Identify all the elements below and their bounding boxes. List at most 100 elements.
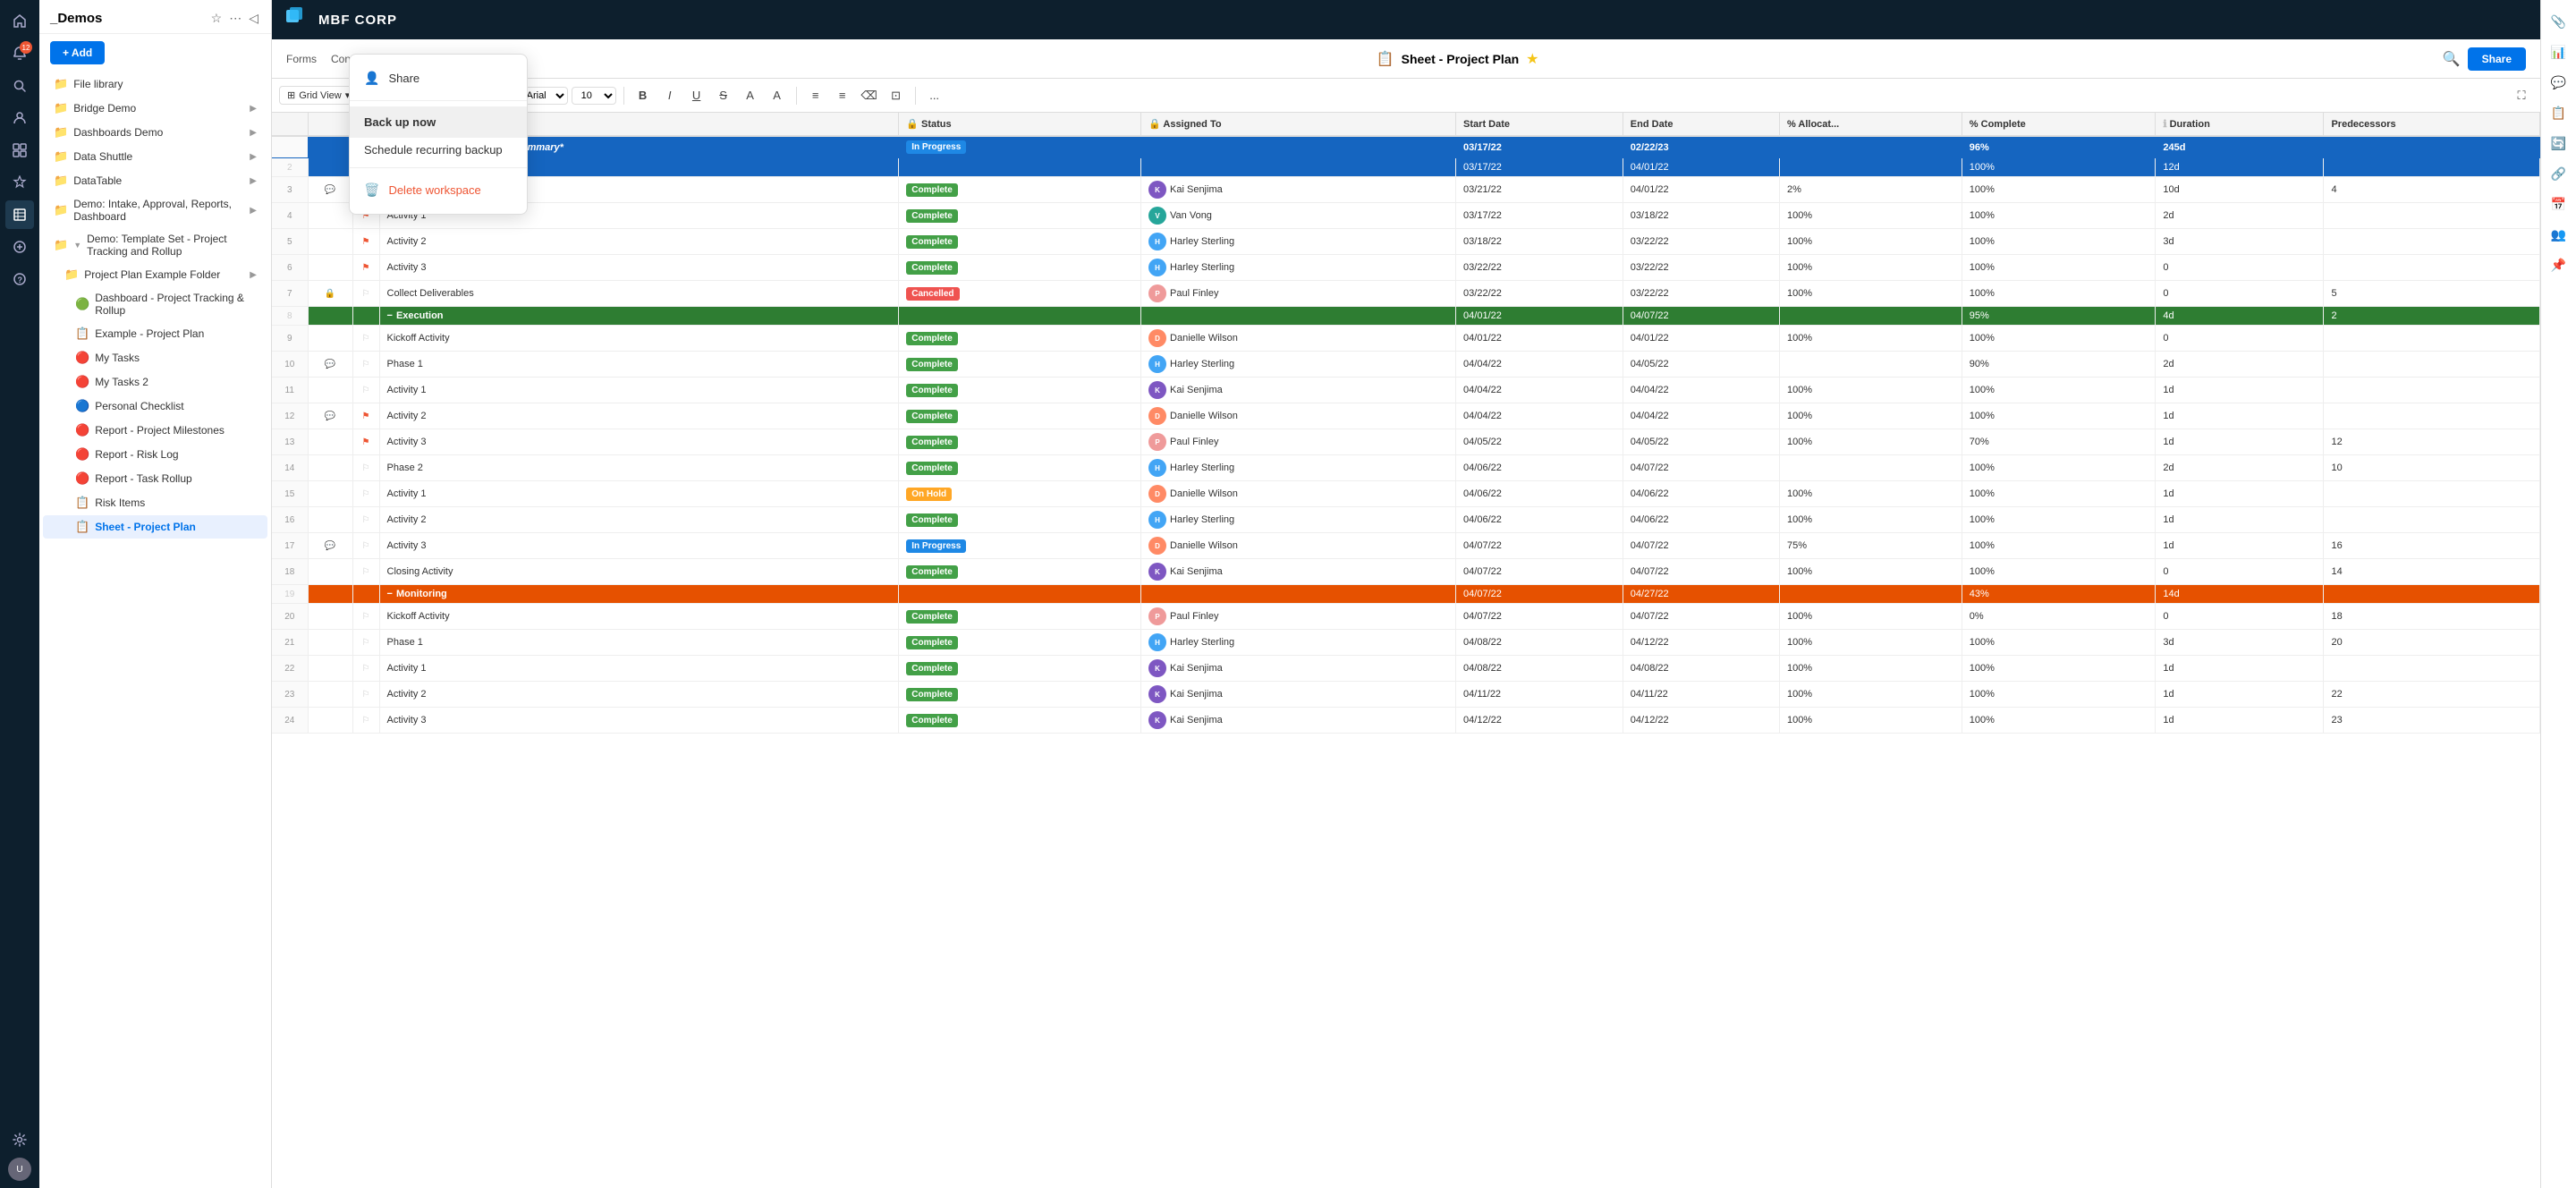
sidebar-item-personal-checklist[interactable]: 🔵 Personal Checklist xyxy=(43,395,267,418)
status-cell: Complete xyxy=(899,604,1141,630)
collapse-sidebar-icon[interactable]: ◁ xyxy=(247,9,260,28)
gantt-icon[interactable]: 📅 xyxy=(2545,190,2573,218)
table-row[interactable]: 18 ⚐ Closing Activity Complete KKai Senj… xyxy=(272,559,2540,585)
share-button[interactable]: Share xyxy=(2468,47,2526,71)
table-row[interactable]: 2 −Planning 03/17/22 04/01/22 100% 12d xyxy=(272,158,2540,177)
sidebar-item-file-library[interactable]: 📁 File library xyxy=(43,72,267,96)
table-row[interactable]: 22 ⚐ Activity 1 Complete KKai Senjima 04… xyxy=(272,656,2540,682)
table-row[interactable]: 16 ⚐ Activity 2 Complete HHarley Sterlin… xyxy=(272,507,2540,533)
sidebar-item-report-milestones[interactable]: 🔴 Report - Project Milestones xyxy=(43,419,267,442)
duration-cell: 2d xyxy=(2156,455,2324,481)
integrations-icon[interactable]: 🔗 xyxy=(2545,159,2573,188)
forms-rail-icon[interactable]: 📋 xyxy=(2545,98,2573,127)
grid-view-button[interactable]: ⊞ Grid View ▾ xyxy=(279,86,358,105)
chevron-right-icon: ▶ xyxy=(250,176,257,186)
strikethrough-button[interactable]: S xyxy=(712,84,735,107)
automations-icon[interactable]: 🔄 xyxy=(2545,129,2573,157)
table-row[interactable]: 19 −Monitoring 04/07/22 04/27/22 43% 14d xyxy=(272,585,2540,604)
avatar: P xyxy=(1148,433,1166,451)
sidebar-item-my-tasks-2[interactable]: 🔴 My Tasks 2 xyxy=(43,370,267,394)
table-row[interactable]: 3 💬 ⚐ Project Kickoff Complete KKai Senj… xyxy=(272,177,2540,203)
home-icon[interactable] xyxy=(5,7,34,36)
font-size-select[interactable]: 10 xyxy=(572,87,616,105)
star-icon[interactable] xyxy=(5,168,34,197)
sidebar-item-sheet-project-plan[interactable]: 📋 Sheet - Project Plan xyxy=(43,515,267,539)
table-row[interactable]: 24 ⚐ Activity 3 Complete KKai Senjima 04… xyxy=(272,708,2540,734)
sidebar-item-project-plan-folder[interactable]: 📁 Project Plan Example Folder ▶ xyxy=(43,263,267,286)
search-sheet-icon[interactable]: 🔍 xyxy=(2443,50,2461,68)
sidebar-item-report-risk-log[interactable]: 🔴 Report - Risk Log xyxy=(43,443,267,466)
col-start-date: Start Date xyxy=(1456,113,1623,136)
more-options-button[interactable]: ... xyxy=(923,84,946,107)
notifications-icon[interactable]: 12 xyxy=(5,39,34,68)
highlight-button[interactable]: A xyxy=(739,84,762,107)
row-flag: ⚐ xyxy=(352,378,379,403)
table-row[interactable]: 20 ⚐ Kickoff Activity Complete PPaul Fin… xyxy=(272,604,2540,630)
sidebar-item-bridge-demo[interactable]: 📁 Bridge Demo ▶ xyxy=(43,97,267,120)
text-color-button[interactable]: A xyxy=(766,84,789,107)
resource-icon[interactable]: 👥 xyxy=(2545,220,2573,249)
backup-now-menu-item[interactable]: Back up now xyxy=(350,106,527,138)
eraser-button[interactable]: ⌫ xyxy=(858,84,881,107)
sidebar-item-demo-intake[interactable]: 📁 Demo: Intake, Approval, Reports, Dashb… xyxy=(43,193,267,227)
table-row[interactable]: 4 ⚑ Activity 1 Complete VVan Vong 03/17/… xyxy=(272,203,2540,229)
comments-icon[interactable]: 💬 xyxy=(2545,68,2573,97)
sidebar-item-dashboard-tracking[interactable]: 🟢 Dashboard - Project Tracking & Rollup xyxy=(43,287,267,321)
sidebar-item-risk-items[interactable]: 📋 Risk Items xyxy=(43,491,267,514)
search-icon[interactable] xyxy=(5,72,34,100)
sidebar-item-my-tasks[interactable]: 🔴 My Tasks xyxy=(43,346,267,369)
schedule-backup-menu-item[interactable]: Schedule recurring backup xyxy=(350,138,527,162)
more-options-icon[interactable]: ⋯ xyxy=(227,9,243,28)
sidebar-item-label: My Tasks 2 xyxy=(95,376,257,388)
pct-complete-cell: 70% xyxy=(1962,429,2156,455)
table-row[interactable]: 5 ⚑ Activity 2 Complete HHarley Sterling… xyxy=(272,229,2540,255)
nav-forms[interactable]: Forms xyxy=(286,49,317,69)
underline-button[interactable]: U xyxy=(685,84,708,107)
help-icon[interactable]: ? xyxy=(5,265,34,293)
end-date-cell: 04/04/22 xyxy=(1623,378,1779,403)
table-row[interactable]: 14 ⚐ Phase 2 Complete HHarley Sterling 0… xyxy=(272,455,2540,481)
add-button[interactable]: + Add xyxy=(50,41,105,64)
attachments-icon[interactable]: 📎 xyxy=(2545,7,2573,36)
table-row[interactable]: 9 ⚐ Kickoff Activity Complete DDanielle … xyxy=(272,326,2540,352)
settings-icon[interactable] xyxy=(5,1125,34,1154)
star-workspace-icon[interactable]: ☆ xyxy=(209,9,225,28)
grid-icon[interactable] xyxy=(5,136,34,165)
people-icon[interactable] xyxy=(5,104,34,132)
row-num: 13 xyxy=(272,429,308,455)
align-left-button[interactable]: ≡ xyxy=(804,84,827,107)
end-date-cell: 04/11/22 xyxy=(1623,682,1779,708)
border-button[interactable]: ⊡ xyxy=(885,84,908,107)
plus-icon[interactable] xyxy=(5,233,34,261)
table-row[interactable]: *Project Name in the Sheet Summary* In P… xyxy=(272,136,2540,158)
table-row[interactable]: 8 −Execution 04/01/22 04/07/22 95% 4d 2 xyxy=(272,307,2540,326)
table-row[interactable]: 10 💬 ⚐ Phase 1 Complete HHarley Sterling… xyxy=(272,352,2540,378)
table-row[interactable]: 6 ⚑ Activity 3 Complete HHarley Sterling… xyxy=(272,255,2540,281)
sidebar-item-dashboards-demo[interactable]: 📁 Dashboards Demo ▶ xyxy=(43,121,267,144)
bold-button[interactable]: B xyxy=(631,84,655,107)
sidebar-item-data-shuttle[interactable]: 📁 Data Shuttle ▶ xyxy=(43,145,267,168)
sidebar-item-datatable[interactable]: 📁 DataTable ▶ xyxy=(43,169,267,192)
favorite-star-icon[interactable]: ★ xyxy=(1526,50,1538,68)
table-row[interactable]: 13 ⚑ Activity 3 Complete PPaul Finley 04… xyxy=(272,429,2540,455)
align-center-button[interactable]: ≡ xyxy=(831,84,854,107)
sidebar-item-example-project-plan[interactable]: 📋 Example - Project Plan xyxy=(43,322,267,345)
activity-icon[interactable]: 📊 xyxy=(2545,38,2573,66)
share-menu-item[interactable]: 👤 Share xyxy=(350,62,527,95)
table-row[interactable]: 7 🔒 ⚐ Collect Deliverables Cancelled PPa… xyxy=(272,281,2540,307)
table-row[interactable]: 17 💬 ⚐ Activity 3 In Progress DDanielle … xyxy=(272,533,2540,559)
table-row[interactable]: 21 ⚐ Phase 1 Complete HHarley Sterling 0… xyxy=(272,630,2540,656)
expand-button[interactable]: ⛶ xyxy=(2510,84,2533,107)
sheets-icon[interactable] xyxy=(5,200,34,229)
table-row[interactable]: 23 ⚐ Activity 2 Complete KKai Senjima 04… xyxy=(272,682,2540,708)
sidebar-item-report-task-rollup[interactable]: 🔴 Report - Task Rollup xyxy=(43,467,267,490)
table-row[interactable]: 11 ⚐ Activity 1 Complete KKai Senjima 04… xyxy=(272,378,2540,403)
delete-workspace-menu-item[interactable]: 🗑️ Delete workspace xyxy=(350,174,527,207)
user-avatar[interactable]: U xyxy=(8,1158,31,1181)
table-row[interactable]: 15 ⚐ Activity 1 On Hold DDanielle Wilson… xyxy=(272,481,2540,507)
italic-button[interactable]: I xyxy=(658,84,682,107)
pin-icon[interactable]: 📌 xyxy=(2545,250,2573,279)
table-row[interactable]: 12 💬 ⚑ Activity 2 Complete DDanielle Wil… xyxy=(272,403,2540,429)
status-badge: Complete xyxy=(906,462,958,475)
sidebar-item-demo-template[interactable]: 📁 ▼ Demo: Template Set - Project Trackin… xyxy=(43,228,267,262)
